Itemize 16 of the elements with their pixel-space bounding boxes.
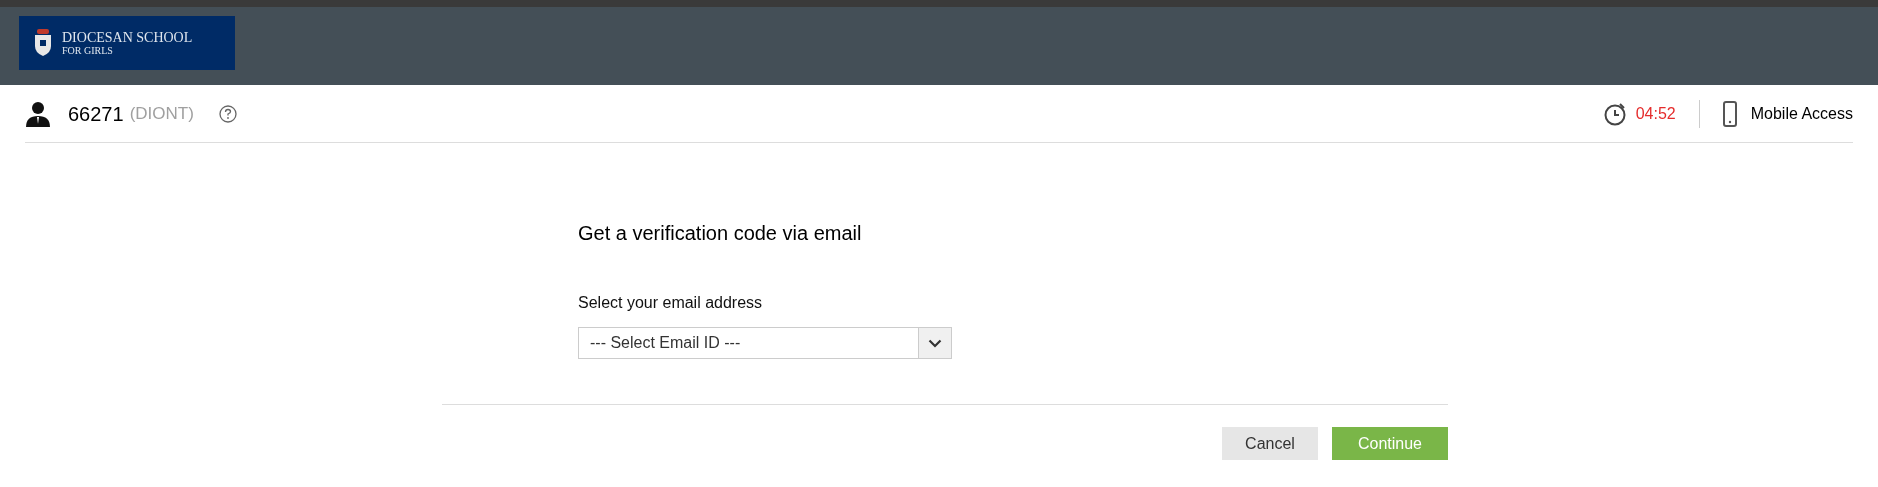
phone-icon xyxy=(1722,100,1737,127)
user-code: (DIONT) xyxy=(129,102,194,125)
email-label: Select your email address xyxy=(578,293,764,313)
help-icon[interactable] xyxy=(218,104,237,123)
school-subtitle: FOR GIRLS xyxy=(62,45,114,56)
email-select[interactable]: --- Select Email ID --- xyxy=(578,327,952,359)
form-title: Get a verification code via email xyxy=(578,221,863,246)
mobile-access-link[interactable]: Mobile Access xyxy=(1750,101,1853,126)
timer-icon xyxy=(1602,101,1627,126)
chevron-down-icon xyxy=(928,338,942,348)
user-id: 66271 xyxy=(68,101,124,127)
session-timer: 04:52 xyxy=(1635,103,1676,124)
school-name: DIOCESAN SCHOOL xyxy=(62,30,193,45)
cancel-button[interactable]: Cancel xyxy=(1222,427,1318,460)
user-icon xyxy=(25,100,51,127)
crest-icon xyxy=(32,28,54,58)
